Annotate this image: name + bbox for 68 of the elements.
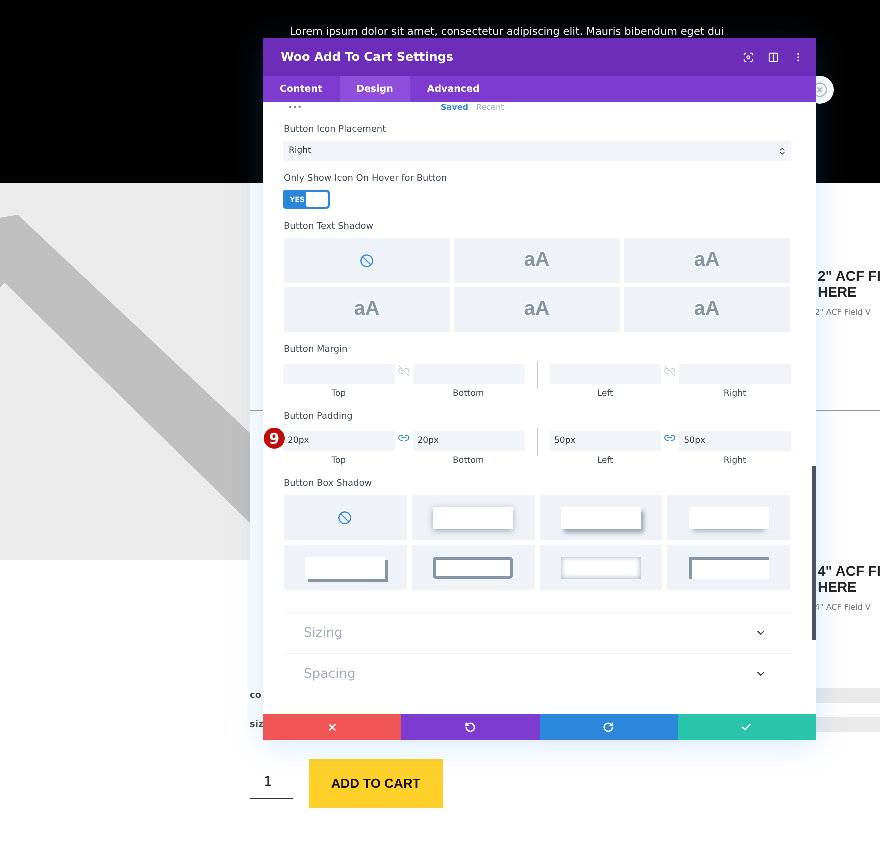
field-caption: Right [722,389,748,399]
quantity-field[interactable]: 1 [250,759,293,799]
tab[interactable]: Advanced [410,76,497,102]
add-to-cart-button[interactable]: ADD TO CART [309,759,443,808]
spacing-input[interactable]: 20px [283,431,395,451]
field-caption: Left [596,389,614,399]
scrollbar[interactable] [812,466,816,640]
shadow-preset-option[interactable]: aA [284,287,450,332]
field-caption: Top [330,389,348,399]
setting-label: Only Show Icon On Hover for Button [284,174,448,184]
setting-label: Button Margin [284,345,349,355]
ban-icon [360,254,374,268]
attribute-label: siz [250,720,265,730]
tab[interactable]: Design [340,76,410,102]
product-subtitle: 4" ACF Field V [815,603,872,612]
attribute-label: co [250,690,263,700]
field-caption: Bottom [452,456,486,466]
shadow-preset-option[interactable]: aA [624,238,790,283]
field-caption: Right [722,456,748,466]
select-field[interactable]: Right [283,141,791,161]
tab[interactable]: Content [263,76,340,102]
columns-icon[interactable] [768,52,779,62]
focus-icon[interactable] [743,52,754,62]
ban-icon [338,510,352,524]
shadow-preset-option[interactable] [540,545,662,590]
shadow-preset-option[interactable] [284,545,407,590]
intro-text: Lorem ipsum dolor sit amet, consectetur adipiscing elit. Mauris bibendum eget dui [290,26,724,38]
product-title: HERE [818,579,858,595]
link-icon[interactable] [398,365,410,377]
field-caption: Bottom [452,389,486,399]
preset-tab[interactable]: Recent [476,102,504,112]
setting-label: Button Text Shadow [284,222,375,232]
setting-label: Button Icon Placement [284,125,388,135]
undo-button[interactable] [401,714,540,740]
shadow-preset-option[interactable]: aA [624,287,790,332]
updown-icon [778,146,787,156]
shadow-preset-option[interactable] [412,545,534,590]
preset-tab[interactable]: Saved [441,102,469,112]
shadow-preset-option[interactable] [667,545,790,590]
spacing-input[interactable]: 50px [550,431,662,451]
undo-icon [464,722,476,732]
shadow-preset-option[interactable] [412,495,534,540]
product-title: 2" ACF FI [818,268,880,284]
shadow-preset-option[interactable] [667,495,790,540]
close-icon [326,722,338,732]
link-icon[interactable] [664,365,676,377]
field-caption: Top [330,456,348,466]
no-shadow-option[interactable] [284,495,407,540]
save-button[interactable] [678,714,816,740]
redo-icon [603,722,614,732]
product-title: 4" ACF FI [818,563,880,579]
more-dots[interactable]: ••• [283,102,433,112]
field-caption: Left [596,456,614,466]
link-icon[interactable] [398,432,410,444]
spacing-input[interactable]: 50px [679,431,791,451]
shadow-preset-option[interactable] [540,495,662,540]
setting-label: Button Box Shadow [284,479,374,489]
no-shadow-option[interactable] [284,238,450,283]
shadow-preset-option[interactable]: aA [454,238,620,283]
link-icon[interactable] [664,432,676,444]
check-icon [741,722,752,732]
spacing-input[interactable]: 20px [412,431,524,451]
setting-label: Button Padding [284,412,354,422]
discard-button[interactable] [263,714,402,740]
modal-title: Woo Add To Cart Settings [281,50,455,64]
shadow-preset-option[interactable]: aA [454,287,620,332]
redo-button[interactable] [540,714,678,740]
product-title: HERE [818,284,858,300]
